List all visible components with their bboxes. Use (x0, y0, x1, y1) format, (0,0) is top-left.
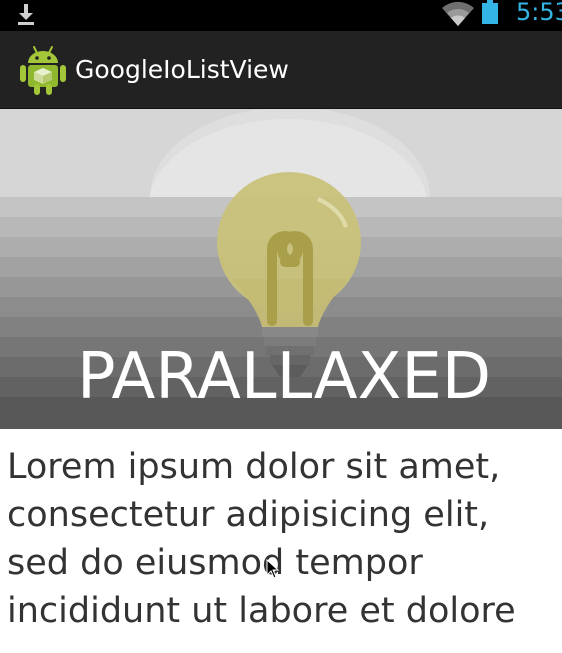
parallax-header: PARALLAXED (0, 109, 562, 429)
status-bar: 5:53 (0, 0, 562, 31)
wifi-icon (442, 1, 474, 26)
action-bar: GoogleIoListView (0, 31, 562, 109)
android-app-icon[interactable] (19, 44, 67, 96)
parallax-title: PARALLAXED (76, 340, 492, 414)
app-title: GoogleIoListView (75, 55, 289, 84)
status-clock: 5:53 (516, 0, 562, 26)
download-icon (18, 4, 34, 25)
mouse-cursor-icon (266, 559, 280, 579)
battery-icon (482, 0, 498, 24)
app-screen: 5:53 GoogleIoListView (0, 0, 562, 653)
lorem-body-text: Lorem ipsum dolor sit amet, consectetur … (7, 447, 516, 631)
